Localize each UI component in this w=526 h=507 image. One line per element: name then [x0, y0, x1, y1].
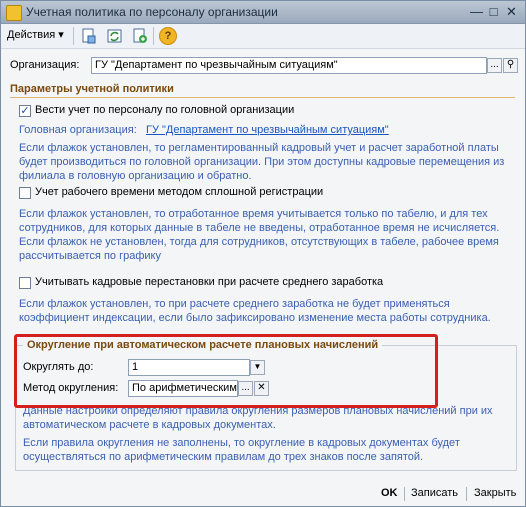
organization-select-button[interactable]: ... [487, 58, 502, 73]
transfer-checkbox-label: Учитывать кадровые перестановки при расч… [35, 276, 384, 288]
head-org-checkbox-label: Вести учет по персоналу по головной орга… [35, 104, 295, 116]
title-bar[interactable]: Учетная политика по персоналу организаци… [1, 1, 525, 24]
button-separator [404, 487, 405, 501]
ok-button[interactable]: OK [381, 487, 398, 499]
add-document-icon[interactable] [131, 27, 149, 45]
section-title: Параметры учетной политики [10, 83, 174, 95]
worktime-checkbox-label: Учет рабочего времени методом сплошной р… [35, 186, 324, 198]
close-window-button[interactable]: ✕ [504, 4, 519, 19]
button-separator [466, 487, 467, 501]
help-icon[interactable]: ? [159, 27, 177, 45]
transfer-description: Если флажок установлен, то при расчете с… [19, 298, 491, 324]
maximize-button[interactable]: □ [486, 4, 501, 19]
rounding-description-2: Если правила округления не заполнены, то… [23, 437, 460, 463]
head-org-label: Головная организация: [19, 124, 137, 136]
window-title: Учетная политика по персоналу организаци… [26, 5, 278, 19]
app-icon [6, 5, 22, 21]
head-org-description: Если флажок установлен, то регламентиров… [19, 142, 505, 182]
organization-open-button[interactable]: ⚲ [503, 58, 518, 73]
toolbar: Действия ▾ [1, 24, 525, 49]
organization-label: Организация: [10, 59, 80, 71]
minimize-button[interactable]: — [469, 4, 484, 19]
bottom-button-bar: OK Записать Закрыть [1, 483, 525, 506]
highlight-frame [14, 334, 438, 408]
actions-menu-button[interactable]: Действия ▾ [7, 28, 64, 41]
close-button[interactable]: Закрыть [474, 487, 516, 499]
dialog-window: Учетная политика по персоналу организаци… [0, 0, 526, 507]
rounding-description-1: Данные настройки определяют правила окру… [23, 405, 493, 431]
save-button[interactable]: Записать [411, 487, 458, 499]
structure-icon[interactable] [80, 27, 98, 45]
section-divider [10, 97, 515, 98]
head-org-link[interactable]: ГУ "Департамент по чрезвычайным ситуация… [146, 124, 389, 136]
toolbar-separator [153, 27, 154, 45]
transfer-checkbox[interactable] [19, 277, 31, 289]
head-org-checkbox[interactable]: ✓ [19, 105, 31, 117]
toolbar-separator [73, 27, 74, 45]
worktime-description: Если флажок установлен, то отработанное … [19, 208, 500, 262]
worktime-checkbox[interactable] [19, 187, 31, 199]
organization-field[interactable]: ГУ "Департамент по чрезвычайным ситуация… [91, 57, 487, 74]
refresh-icon[interactable] [106, 27, 124, 45]
